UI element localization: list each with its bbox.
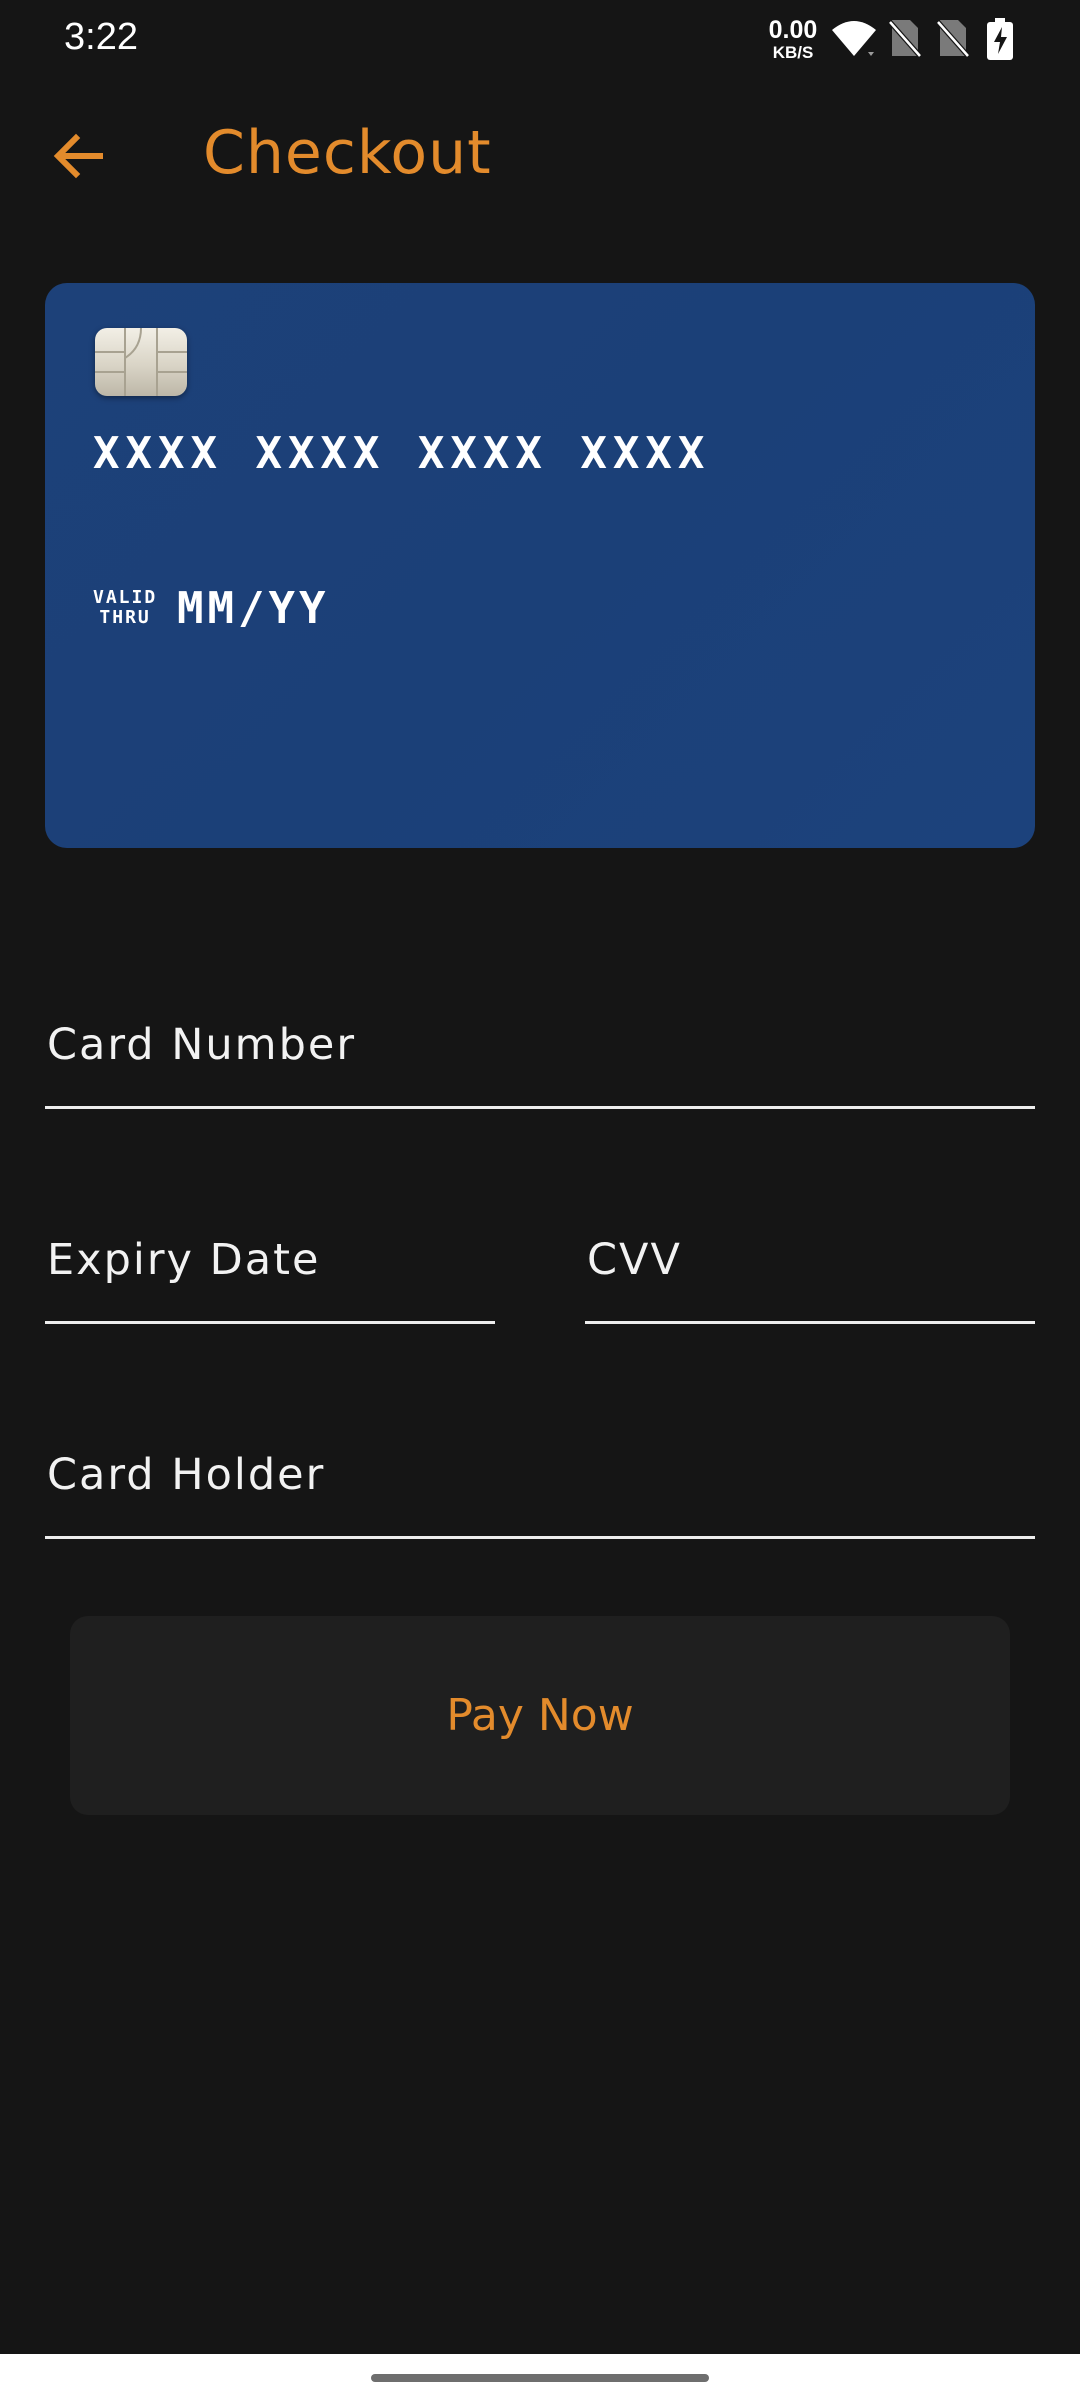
cvv-label: CVV	[587, 1235, 682, 1285]
pay-now-button[interactable]: Pay Now	[70, 1616, 1010, 1815]
page-title: Checkout	[203, 118, 492, 188]
sim-off-icon	[936, 18, 970, 63]
wifi-icon	[830, 18, 878, 65]
back-button[interactable]	[44, 122, 112, 190]
card-number-label: Card Number	[47, 1020, 356, 1070]
network-speed: 0.00 KB/S	[766, 16, 820, 62]
navigation-bar	[0, 2354, 1080, 2400]
status-time: 3:22	[64, 16, 138, 58]
checkout-screen: 3:22 0.00 KB/S Checkout XXXX XXXX XXXX X…	[0, 0, 1080, 2400]
card-expiry-display: MM/YY	[177, 583, 330, 634]
pay-now-label: Pay Now	[446, 1690, 634, 1741]
arrow-left-icon	[53, 133, 103, 179]
card-number-field[interactable]: Card Number	[45, 960, 1035, 1109]
home-indicator[interactable]	[371, 2374, 709, 2382]
network-speed-value: 0.00	[768, 16, 818, 44]
sim-off-icon	[888, 18, 922, 63]
thru-label: THRU	[99, 607, 151, 628]
credit-card-preview: XXXX XXXX XXXX XXXX VALID THRU MM/YY	[45, 283, 1035, 848]
card-chip-icon	[95, 328, 187, 396]
cvv-field[interactable]: CVV	[585, 1175, 1035, 1324]
card-holder-label: Card Holder	[47, 1450, 326, 1500]
card-holder-field[interactable]: Card Holder	[45, 1390, 1035, 1539]
valid-label: VALID	[93, 587, 158, 608]
valid-thru-label: VALID THRU	[93, 588, 157, 628]
battery-charging-icon	[986, 18, 1014, 65]
expiry-date-label: Expiry Date	[47, 1235, 321, 1285]
expiry-date-field[interactable]: Expiry Date	[45, 1175, 495, 1324]
card-number-display: XXXX XXXX XXXX XXXX	[93, 428, 711, 479]
network-speed-unit: KB/S	[772, 43, 814, 62]
status-bar: 3:22 0.00 KB/S	[0, 0, 1080, 80]
